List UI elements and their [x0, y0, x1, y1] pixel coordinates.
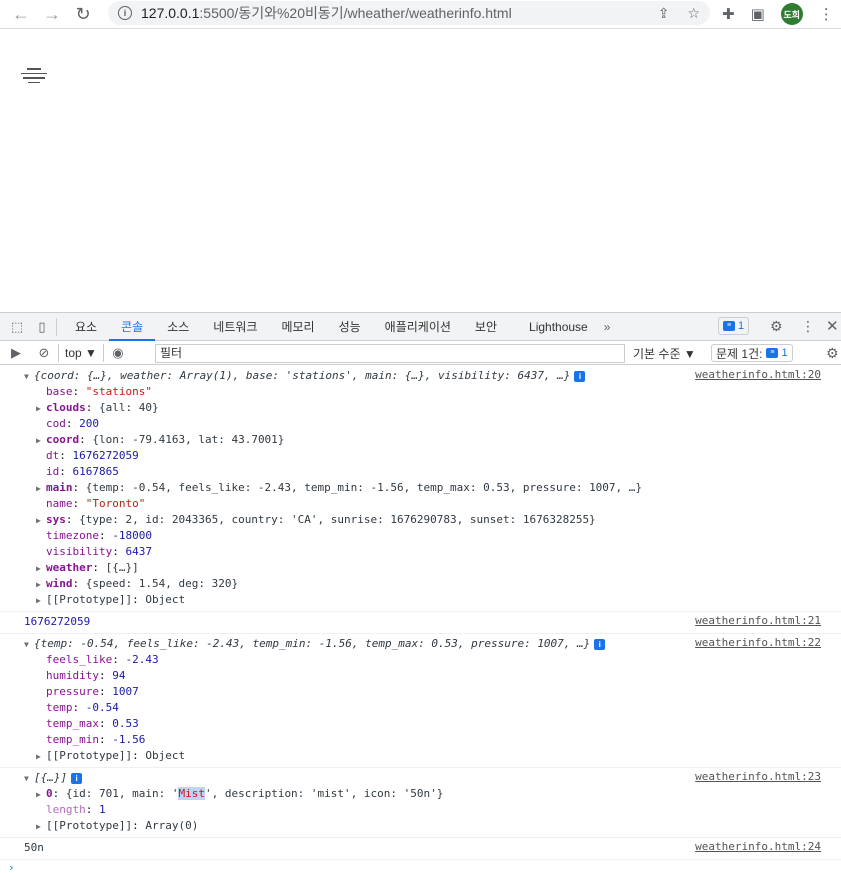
live-expression-eye-icon[interactable]: ◉ [110, 345, 126, 361]
more-tabs-chevron-icon[interactable]: » [600, 313, 615, 341]
divider [102, 343, 104, 362]
filter-input[interactable]: 필터 [155, 344, 625, 363]
close-icon[interactable]: ✕ [826, 317, 839, 335]
collapsed-triangle-icon[interactable]: ▶ [36, 577, 46, 593]
collapsed-triangle-icon[interactable]: ▶ [36, 481, 46, 497]
tab-application[interactable]: 애플리케이션 [373, 313, 463, 341]
console-settings-gear-icon[interactable]: ⚙ [826, 345, 839, 362]
collapsed-triangle-icon[interactable]: ▶ [36, 749, 46, 765]
source-link[interactable]: weatherinfo.html:23 [695, 770, 821, 783]
devtools-tab-bar: ⬚ ▯ 요소 콘솔 소스 네트워크 메모리 성능 애플리케이션 보안 Light… [0, 313, 841, 341]
messages-badge[interactable]: ≡ 1 [718, 317, 750, 335]
tab-sources[interactable]: 소스 [155, 313, 201, 341]
info-icon[interactable]: i [71, 772, 83, 784]
address-bar[interactable]: i 127.0.0.1:5500/동기와%20비동기/wheather/weat… [108, 1, 710, 25]
settings-gear-icon[interactable]: ⚙ [770, 318, 783, 335]
tab-security[interactable]: 보안 [463, 313, 509, 341]
collapsed-triangle-icon[interactable]: ▶ [36, 433, 46, 449]
collapsed-triangle-icon[interactable]: ▶ [36, 561, 46, 577]
devtools-panel: ⬚ ▯ 요소 콘솔 소스 네트워크 메모리 성능 애플리케이션 보안 Light… [0, 312, 841, 873]
browser-menu-icon[interactable]: ⋮ [819, 5, 834, 23]
mist-weather-icon [20, 68, 48, 86]
console-output: ▼ {coord: {…}, weather: Array(1), base: '… [0, 366, 841, 873]
info-icon[interactable]: i [574, 370, 586, 382]
console-message: 1676272059 weatherinfo.html:21 [0, 612, 841, 634]
source-link[interactable]: weatherinfo.html:20 [695, 368, 821, 381]
inspect-element-icon[interactable]: ⬚ [9, 319, 25, 335]
bookmark-star-icon[interactable]: ☆ [687, 5, 700, 22]
console-message: ▼ [{…}] i weatherinfo.html:23 ▶ 0: {id: 701… [0, 768, 841, 838]
forward-arrow-icon[interactable]: → [41, 3, 63, 25]
source-link[interactable]: weatherinfo.html:24 [695, 840, 821, 853]
source-link[interactable]: weatherinfo.html:21 [695, 614, 821, 627]
expanded-triangle-icon[interactable]: ▼ [24, 369, 34, 385]
extensions-puzzle-icon[interactable]: ✚ [722, 5, 735, 23]
expanded-triangle-icon[interactable]: ▼ [24, 771, 34, 787]
expanded-triangle-icon[interactable]: ▼ [24, 637, 34, 653]
issues-badge: ≡ 1 [766, 346, 788, 360]
tab-console[interactable]: 콘솔 [109, 313, 156, 341]
side-panel-icon[interactable]: ▣ [751, 5, 765, 23]
console-filter-bar: ▶ ⊘ top ▼ ◉ 필터 기본 수준 ▼ 문제 1건: ≡ 1 ⚙ [0, 341, 841, 365]
share-icon[interactable]: ⇪ [658, 5, 670, 22]
back-arrow-icon[interactable]: ← [10, 3, 32, 25]
tab-elements[interactable]: 요소 [63, 313, 109, 341]
reload-icon[interactable]: ↻ [72, 3, 94, 25]
collapsed-triangle-icon[interactable]: ▶ [36, 401, 46, 417]
divider [58, 343, 59, 362]
collapsed-triangle-icon[interactable]: ▶ [36, 513, 46, 529]
sidebar-toggle-icon[interactable]: ▶ [8, 345, 24, 361]
clear-console-icon[interactable]: ⊘ [36, 345, 52, 361]
profile-avatar[interactable]: 도희 [780, 3, 803, 25]
tab-memory[interactable]: 메모리 [269, 313, 326, 341]
log-levels-dropdown[interactable]: 기본 수준 ▼ [633, 345, 696, 362]
browser-toolbar: ← → ↻ i 127.0.0.1:5500/동기와%20비동기/wheathe… [0, 0, 841, 29]
tab-lighthouse[interactable]: Lighthouse [517, 313, 600, 341]
message-icon: ≡ [766, 348, 779, 358]
console-message: 50n weatherinfo.html:24 [0, 838, 841, 860]
console-prompt-input[interactable]: › [0, 860, 841, 873]
collapsed-triangle-icon[interactable]: ▶ [36, 819, 46, 835]
search-highlight: Mist [178, 787, 205, 800]
url-text: 127.0.0.1:5500/동기와%20비동기/wheather/weathe… [141, 5, 512, 21]
collapsed-triangle-icon[interactable]: ▶ [36, 787, 46, 803]
tab-performance[interactable]: 성능 [327, 313, 373, 341]
info-icon[interactable]: i [594, 638, 606, 650]
site-info-icon[interactable]: i [118, 6, 132, 20]
source-link[interactable]: weatherinfo.html:22 [695, 636, 821, 649]
message-icon: ≡ [723, 321, 735, 331]
console-message: ▼ {temp: -0.54, feels_like: -2.43, temp_m… [0, 634, 841, 768]
console-message: ▼ {coord: {…}, weather: Array(1), base: '… [0, 366, 841, 612]
page-content [0, 30, 841, 312]
divider [56, 317, 57, 336]
tab-network[interactable]: 네트워크 [201, 313, 269, 341]
device-toolbar-icon[interactable]: ▯ [34, 319, 50, 335]
devtools-menu-icon[interactable]: ⋮ [801, 318, 815, 335]
issues-button[interactable]: 문제 1건: ≡ 1 [711, 344, 793, 362]
collapsed-triangle-icon[interactable]: ▶ [36, 593, 46, 609]
context-selector[interactable]: top ▼ [65, 346, 97, 360]
